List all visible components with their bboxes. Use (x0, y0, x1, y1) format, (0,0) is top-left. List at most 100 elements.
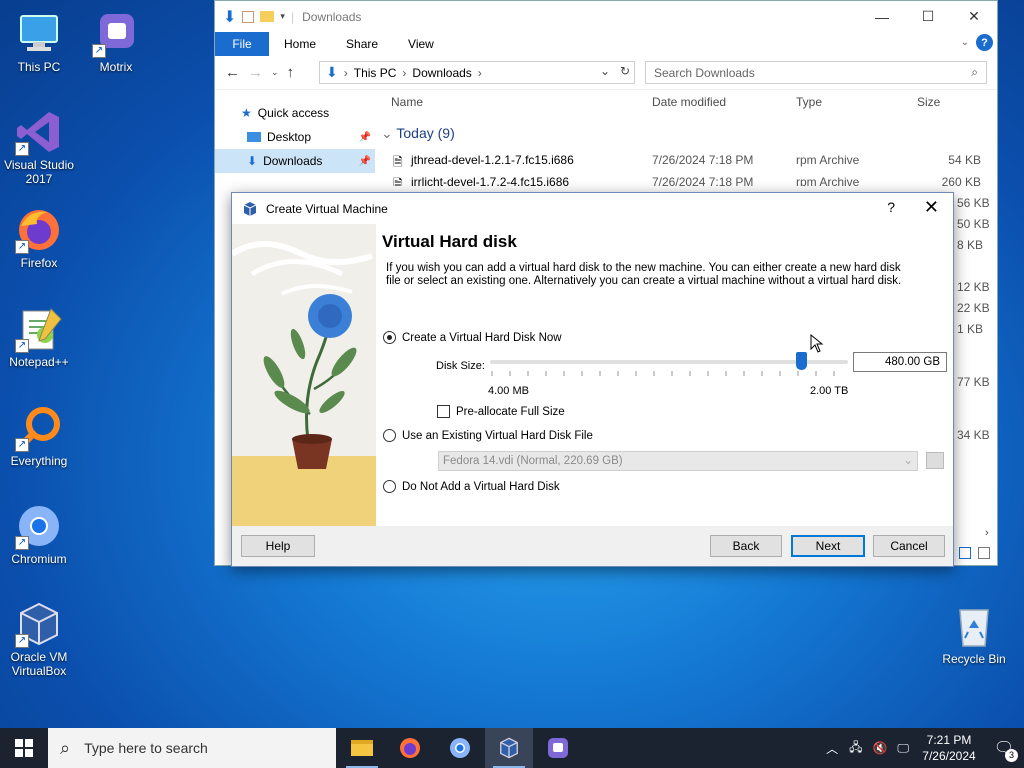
search-input[interactable]: Search Downloads ⌕ (645, 61, 987, 84)
motrix-icon: ↗ (92, 10, 140, 58)
desktop-icon-firefox[interactable]: ↗ Firefox (1, 206, 77, 270)
taskbar-virtualbox[interactable] (485, 728, 533, 768)
file-size: 34 KB (957, 428, 990, 442)
new-folder-icon[interactable] (260, 11, 275, 22)
column-header-date[interactable]: Date modified (652, 95, 726, 109)
search-placeholder: Search Downloads (654, 65, 755, 80)
maximize-button[interactable]: ☐ (905, 1, 951, 32)
address-bar[interactable]: ⬇ › This PC › Downloads › ⌄ ↻ (319, 61, 635, 84)
nav-item-quick-access[interactable]: ★ Quick access (215, 101, 375, 125)
tab-share[interactable]: Share (331, 37, 393, 51)
slider-max-label: 2.00 TB (810, 385, 849, 397)
network-icon[interactable]: 🖧 (844, 738, 867, 759)
clock-time: 7:21 PM (926, 733, 972, 747)
display-icon[interactable]: 🖵 (892, 741, 914, 756)
properties-icon[interactable] (242, 10, 255, 23)
address-dropdown-icon[interactable]: ⌄ (600, 64, 610, 78)
desktop-icon-chromium[interactable]: ↗ Chromium (1, 502, 77, 566)
breadcrumb-this-pc[interactable]: This PC (354, 66, 397, 80)
scroll-right-icon[interactable]: › (985, 527, 989, 539)
navigation-pane: ★ Quick access Desktop 📌 ⬇ Downloads 📌 (215, 101, 375, 173)
file-group-header[interactable]: ⌄ Today (9) (381, 125, 455, 142)
notification-count-badge: 3 (1005, 749, 1018, 762)
ribbon-expand-icon[interactable]: ⌄ (961, 37, 969, 48)
taskbar-motrix[interactable] (534, 728, 582, 768)
large-icons-view-icon[interactable] (978, 547, 990, 559)
radio-button[interactable] (383, 429, 396, 442)
taskbar-clock[interactable]: 7:21 PM 7/26/2024 (914, 732, 984, 764)
tab-view[interactable]: View (393, 37, 449, 51)
tab-file[interactable]: File (215, 32, 269, 56)
desktop-icon-recycle-bin[interactable]: Recycle Bin (936, 602, 1012, 666)
taskbar-file-explorer[interactable] (338, 728, 386, 768)
nav-item-desktop[interactable]: Desktop 📌 (215, 125, 375, 149)
choose-disk-folder-icon[interactable] (926, 452, 944, 469)
shortcut-arrow-icon: ↗ (15, 142, 29, 156)
back-arrow-icon[interactable]: ← (225, 64, 240, 81)
file-size: 8 KB (957, 238, 984, 252)
cancel-button[interactable]: Cancel (873, 535, 945, 557)
desktop-icon-label: Notepad++ (9, 355, 69, 369)
taskbar-chromium[interactable] (436, 728, 484, 768)
context-help-button[interactable]: ? (887, 199, 895, 215)
recent-locations-icon[interactable]: ⌄ (271, 67, 279, 78)
chromium-icon (450, 738, 470, 758)
disk-size-slider-track[interactable] (490, 360, 848, 364)
taskbar-firefox[interactable] (386, 728, 434, 768)
dialog-title: Create Virtual Machine (266, 201, 388, 216)
existing-disk-select[interactable]: Fedora 14.vdi (Normal, 220.69 GB) ⌄ (438, 451, 918, 471)
radio-create-disk[interactable]: Create a Virtual Hard Disk Now (383, 331, 562, 344)
nav-item-downloads[interactable]: ⬇ Downloads 📌 (215, 149, 375, 173)
volume-muted-icon[interactable]: 🔇 (867, 741, 892, 755)
breadcrumb-downloads[interactable]: Downloads (412, 66, 471, 80)
file-row[interactable]: 🗎 irrlicht-devel-1.7.2-4.fc15.i686 7/26/… (391, 172, 991, 186)
checkbox-unchecked[interactable] (437, 405, 450, 418)
radio-no-disk[interactable]: Do Not Add a Virtual Hard Disk (383, 480, 560, 493)
close-button[interactable]: ✕ (924, 197, 939, 218)
nav-item-label: Downloads (263, 154, 323, 168)
search-icon: ⌕ (971, 65, 978, 79)
desktop-icon-this-pc[interactable]: This PC (1, 10, 77, 74)
up-arrow-icon[interactable]: ↑ (287, 64, 295, 81)
close-button[interactable]: ✕ (951, 1, 997, 32)
show-hidden-icons-icon[interactable]: ︿ (820, 740, 844, 757)
file-name: irrlicht-devel-1.7.2-4.fc15.i686 (411, 175, 570, 186)
file-type: rpm Archive (796, 175, 860, 186)
minimize-button[interactable]: — (859, 1, 905, 32)
everything-search-icon: ↗ (15, 404, 63, 452)
file-size: 260 KB (941, 175, 981, 186)
help-button[interactable]: Help (241, 535, 315, 557)
column-header-name[interactable]: Name (391, 95, 423, 109)
radio-button[interactable] (383, 480, 396, 493)
desktop-icon-everything[interactable]: ↗ Everything (1, 404, 77, 468)
radio-button-checked[interactable] (383, 331, 396, 344)
preallocate-checkbox[interactable]: Pre-allocate Full Size (437, 405, 565, 418)
disk-size-input[interactable]: 480.00 GB (853, 352, 947, 372)
column-header-size[interactable]: Size (917, 95, 940, 109)
taskbar-search-box[interactable]: ⌕ Type here to search (48, 728, 336, 768)
start-button[interactable] (0, 728, 48, 768)
next-button[interactable]: Next (791, 535, 865, 557)
file-row[interactable]: 🗎 jthread-devel-1.2.1-7.fc15.i686 7/26/2… (391, 150, 991, 171)
back-button[interactable]: Back (710, 535, 782, 557)
refresh-icon[interactable]: ↻ (620, 64, 630, 78)
desktop-icon-virtualbox[interactable]: ↗ Oracle VM VirtualBox (1, 600, 77, 678)
virtualbox-icon (243, 201, 257, 216)
pin-icon[interactable]: 📌 (359, 132, 371, 143)
group-label: Today (9) (396, 125, 455, 141)
help-icon[interactable]: ? (976, 34, 993, 51)
pin-icon[interactable]: 📌 (359, 156, 371, 167)
notification-center-button[interactable]: 🗨 3 (984, 728, 1024, 768)
tab-home[interactable]: Home (269, 37, 331, 51)
desktop-icon-visual-studio[interactable]: ↗ Visual Studio 2017 (1, 108, 77, 186)
quick-access-dropdown-icon[interactable]: ▾ (280, 11, 285, 22)
disk-size-slider-thumb[interactable] (796, 352, 807, 370)
file-type: rpm Archive (796, 153, 860, 167)
forward-arrow-icon[interactable]: → (248, 64, 263, 81)
radio-existing-disk[interactable]: Use an Existing Virtual Hard Disk File (383, 429, 593, 442)
desktop-icon-motrix[interactable]: ↗ Motrix (78, 10, 154, 74)
desktop-icon-notepadpp[interactable]: ↗ Notepad++ (1, 305, 77, 369)
window-title: Downloads (302, 9, 362, 24)
column-header-type[interactable]: Type (796, 95, 822, 109)
details-view-icon[interactable] (959, 547, 971, 559)
